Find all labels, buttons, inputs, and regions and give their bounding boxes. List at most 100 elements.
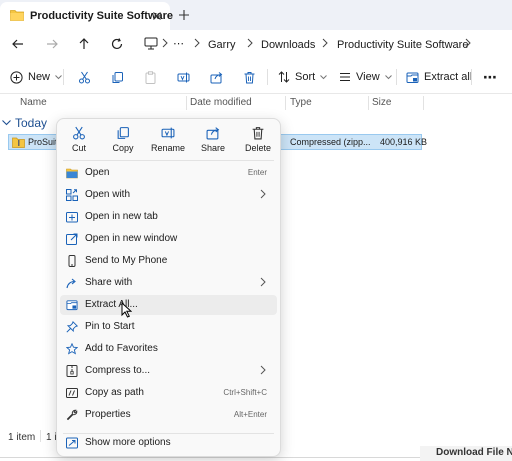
column-divider[interactable] [186, 96, 187, 110]
more-options-button[interactable]: ⋯ [483, 68, 497, 86]
zip-folder-icon [12, 137, 25, 148]
menu-item-properties[interactable]: Properties Alt+Enter [60, 405, 277, 425]
forward-arrow-icon[interactable] [44, 36, 60, 52]
rename-button[interactable] [177, 68, 190, 86]
menu-item-label: Open [85, 167, 110, 178]
context-menu-quick-actions: Cut Copy Rename Share Delete [57, 119, 280, 159]
copy-icon [111, 71, 124, 84]
menu-item-add-to-favorites[interactable]: Add to Favorites [60, 339, 277, 359]
column-size[interactable]: Size [372, 97, 391, 108]
chevron-right-icon [259, 277, 267, 287]
chevron-right-icon [246, 38, 254, 48]
file-size: 400,916 KB [380, 137, 428, 147]
menu-item-compress-to[interactable]: Compress to... [60, 361, 277, 381]
menu-item-label: Open in new window [85, 233, 178, 244]
extract-icon [66, 299, 78, 311]
column-headers: Name Date modified Type Size [0, 94, 512, 112]
mouse-cursor-icon [121, 302, 132, 318]
ctx-rename-label: Rename [150, 143, 186, 153]
chevron-right-icon[interactable] [464, 38, 472, 48]
refresh-icon[interactable] [109, 36, 125, 52]
menu-item-label: Show more options [85, 437, 171, 448]
menu-item-extract-all[interactable]: Extract All... [60, 295, 277, 315]
sort-button[interactable]: Sort [278, 68, 328, 86]
download-file-name[interactable]: Download File Na [436, 447, 512, 458]
view-button[interactable]: View [339, 68, 392, 86]
menu-item-shortcut: Alt+Enter [233, 410, 267, 419]
back-arrow-icon[interactable] [10, 36, 26, 52]
column-divider[interactable] [423, 96, 424, 110]
breadcrumb-item[interactable]: Productivity Suite Software [337, 39, 468, 51]
menu-item-label: Open with [85, 189, 131, 200]
extract-icon [406, 71, 419, 84]
chevron-right-icon [193, 38, 201, 48]
share-button[interactable] [210, 68, 223, 86]
menu-item-open-in-new-window[interactable]: Open in new window [60, 229, 277, 249]
group-label: Today [15, 116, 48, 130]
new-label: New [28, 71, 51, 83]
cut-button[interactable] [78, 68, 91, 86]
up-arrow-icon[interactable] [76, 36, 92, 52]
menu-item-shortcut: Ctrl+Shift+C [223, 388, 267, 397]
computer-icon [144, 37, 158, 50]
open-with-icon [66, 189, 78, 201]
chevron-down-icon [384, 74, 392, 80]
breadcrumb[interactable]: ⋯ Garry Downloads Productivity Suite Sof… [138, 33, 512, 55]
close-tab-icon[interactable] [150, 9, 164, 23]
menu-item-copy-as-path[interactable]: Copy as path Ctrl+Shift+C [60, 383, 277, 403]
ctx-rename-button[interactable]: Rename [146, 122, 190, 158]
new-window-icon [66, 233, 78, 245]
share-icon [206, 126, 220, 140]
paste-button[interactable] [144, 68, 157, 86]
new-tab-icon [66, 211, 78, 223]
ctx-delete-button[interactable]: Delete [236, 122, 280, 158]
menu-item-label: Compress to... [85, 365, 151, 376]
share-with-icon [66, 277, 78, 289]
ctx-share-button[interactable]: Share [191, 122, 235, 158]
delete-button[interactable] [243, 68, 256, 86]
new-button[interactable]: New [10, 68, 62, 86]
divider [63, 69, 64, 85]
tab-bar: Productivity Suite Software [0, 0, 512, 30]
group-header-today[interactable]: Today [2, 116, 47, 130]
ctx-copy-button[interactable]: Copy [101, 122, 145, 158]
menu-item-label: Pin to Start [85, 321, 135, 332]
new-tab-plus-icon[interactable] [176, 7, 192, 23]
breadcrumb-more[interactable]: ⋯ [173, 37, 184, 50]
menu-item-open-with[interactable]: Open with [60, 185, 277, 205]
address-bar: ⋯ Garry Downloads Productivity Suite Sof… [0, 30, 512, 58]
menu-item-send-to-phone[interactable]: Send to My Phone [60, 251, 277, 271]
menu-item-open-in-new-tab[interactable]: Open in new tab [60, 207, 277, 227]
extract-all-label: Extract all [424, 71, 473, 83]
ctx-copy-label: Copy [112, 143, 134, 153]
column-divider[interactable] [285, 96, 286, 110]
column-name[interactable]: Name [20, 97, 47, 108]
menu-item-open[interactable]: Open Enter [60, 163, 277, 183]
column-type[interactable]: Type [290, 97, 312, 108]
extract-all-button[interactable]: Extract all [406, 68, 472, 86]
item-count: 1 item [8, 432, 36, 443]
menu-item-share-with[interactable]: Share with [60, 273, 277, 293]
menu-item-label: Add to Favorites [85, 343, 158, 354]
menu-item-show-more-options[interactable]: Show more options [60, 433, 277, 453]
tab-active[interactable]: Productivity Suite Software [0, 2, 173, 30]
chevron-right-icon [321, 38, 329, 48]
open-folder-icon [66, 167, 78, 179]
star-icon [66, 343, 78, 355]
selected-count: 1 i [46, 432, 57, 443]
ctx-cut-label: Cut [71, 143, 86, 153]
menu-item-label: Share with [85, 277, 133, 288]
ctx-cut-button[interactable]: Cut [57, 122, 101, 158]
context-menu: Cut Copy Rename Share Delete Open Enter … [56, 118, 281, 457]
column-divider[interactable] [368, 96, 369, 110]
copy-button[interactable] [111, 68, 124, 86]
chevron-down-icon [2, 120, 11, 126]
breadcrumb-item[interactable]: Garry [208, 39, 236, 51]
scissors-icon [72, 126, 86, 140]
menu-item-pin-to-start[interactable]: Pin to Start [60, 317, 277, 337]
column-date-modified[interactable]: Date modified [190, 97, 252, 108]
breadcrumb-item[interactable]: Downloads [261, 39, 315, 51]
divider [40, 430, 41, 442]
pin-icon [66, 321, 78, 333]
divider [396, 69, 397, 85]
